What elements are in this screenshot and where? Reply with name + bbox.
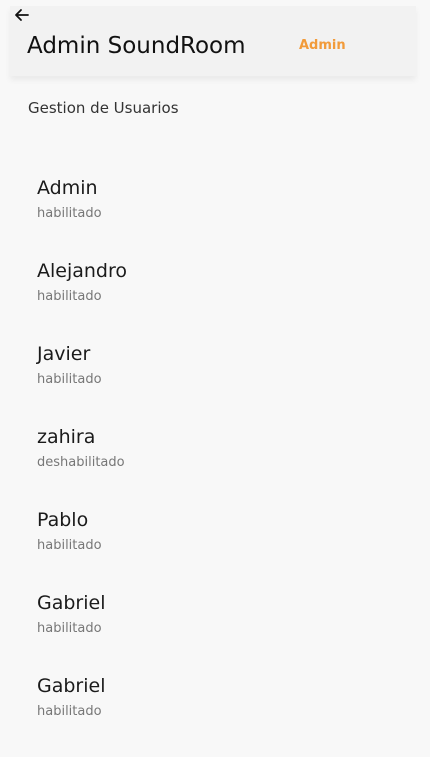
- app-title: Admin SoundRoom: [27, 33, 246, 59]
- arrow-left-icon: [15, 9, 29, 21]
- user-name: Javier: [37, 343, 91, 365]
- user-status: habilitado: [37, 621, 102, 636]
- user-status: habilitado: [37, 206, 102, 221]
- user-item-alejandro[interactable]: Alejandro habilitado: [37, 259, 397, 342]
- back-button[interactable]: [13, 6, 31, 24]
- user-name: Gabriel: [37, 675, 106, 697]
- user-item-gabriel[interactable]: Gabriel habilitado: [37, 591, 397, 674]
- user-name: Alejandro: [37, 260, 128, 282]
- role-badge: Admin: [299, 38, 346, 53]
- user-name: Admin: [37, 177, 98, 199]
- app-header: Admin SoundRoom Admin: [10, 6, 416, 76]
- user-status: deshabilitado: [37, 455, 125, 470]
- user-status: habilitado: [37, 538, 102, 553]
- user-item-pablo[interactable]: Pablo habilitado: [37, 508, 397, 591]
- section-title: Gestion de Usuarios: [28, 99, 179, 117]
- user-status: habilitado: [37, 289, 102, 304]
- user-status: habilitado: [37, 372, 102, 387]
- user-item-javier[interactable]: Javier habilitado: [37, 342, 397, 425]
- user-item-gabriel-2[interactable]: Gabriel habilitado: [37, 674, 397, 757]
- user-status: habilitado: [37, 704, 102, 719]
- user-name: zahira: [37, 426, 96, 448]
- user-item-admin[interactable]: Admin habilitado: [37, 176, 397, 259]
- user-list: Admin habilitado Alejandro habilitado Ja…: [37, 176, 397, 757]
- user-item-zahira[interactable]: zahira deshabilitado: [37, 425, 397, 508]
- user-name: Pablo: [37, 509, 89, 531]
- user-name: Gabriel: [37, 592, 106, 614]
